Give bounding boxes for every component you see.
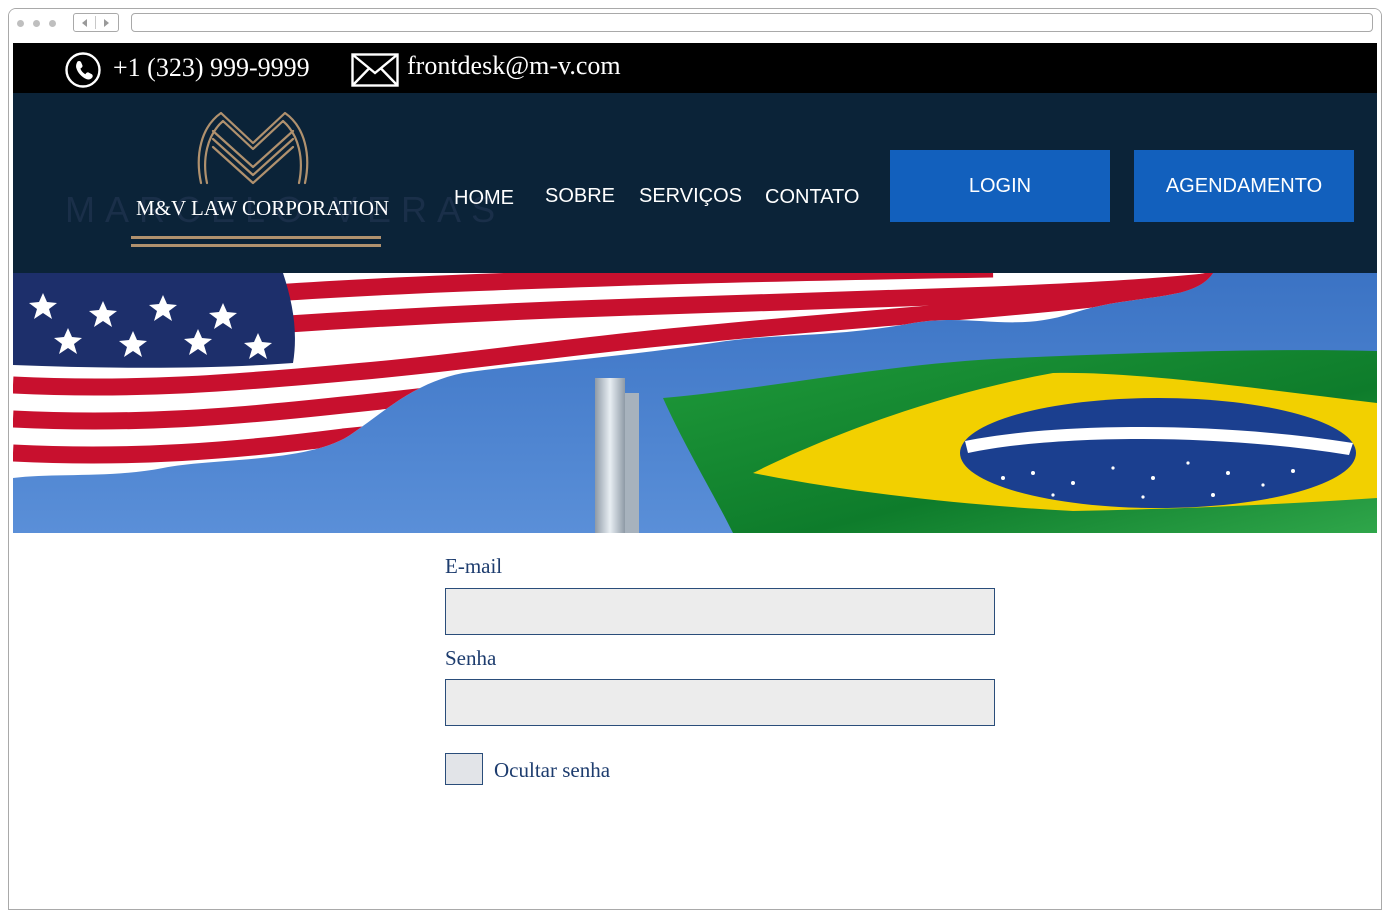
m-chevron-logo-icon[interactable] — [193, 105, 313, 185]
brand-underline-top — [131, 236, 381, 239]
agendamento-button[interactable]: AGENDAMENTO — [1134, 150, 1354, 222]
contact-bar: +1 (323) 999-9999 frontdesk@m-v.com — [13, 43, 1377, 93]
phone-icon — [65, 52, 101, 88]
window-minimize-dot[interactable] — [33, 20, 40, 27]
forward-arrow-icon[interactable] — [104, 19, 109, 27]
email-label: E-mail — [445, 554, 503, 578]
nav-home[interactable]: HOME — [454, 187, 514, 210]
browser-chrome — [9, 9, 1381, 43]
hero-flags-image — [13, 273, 1377, 533]
login-button-label: LOGIN — [968, 174, 1032, 197]
brand-name[interactable]: M&V LAW CORPORATION — [136, 196, 389, 221]
password-field-wrapper — [445, 679, 995, 726]
brand-underline-bottom — [131, 244, 381, 247]
hide-password-label[interactable]: Ocultar senha — [494, 758, 610, 783]
login-button[interactable]: LOGIN — [890, 150, 1110, 222]
hide-password-checkbox[interactable] — [445, 753, 483, 785]
email-field-wrapper — [445, 588, 995, 635]
nav-contato[interactable]: CONTATO — [765, 186, 859, 209]
address-bar[interactable] — [131, 13, 1373, 32]
nav-sobre[interactable]: SOBRE — [545, 185, 615, 208]
email-address[interactable]: frontdesk@m-v.com — [407, 51, 621, 81]
password-label: Senha — [445, 646, 497, 670]
nav-servicos[interactable]: SERVIÇOS — [639, 185, 742, 208]
site-header: MARCELO VERAS M&V LAW CORPORATION HOME S… — [13, 93, 1377, 273]
password-field[interactable] — [446, 680, 994, 725]
phone-number[interactable]: +1 (323) 999-9999 — [113, 53, 310, 83]
nav-divider — [95, 16, 96, 29]
agendamento-button-label: AGENDAMENTO — [1165, 174, 1323, 197]
browser-window: +1 (323) 999-9999 frontdesk@m-v.com MARC… — [8, 8, 1382, 910]
email-field[interactable] — [446, 589, 994, 634]
window-maximize-dot[interactable] — [49, 20, 56, 27]
browser-nav-buttons — [73, 13, 119, 32]
window-close-dot[interactable] — [17, 20, 24, 27]
back-arrow-icon[interactable] — [82, 19, 87, 27]
envelope-icon — [351, 53, 399, 87]
